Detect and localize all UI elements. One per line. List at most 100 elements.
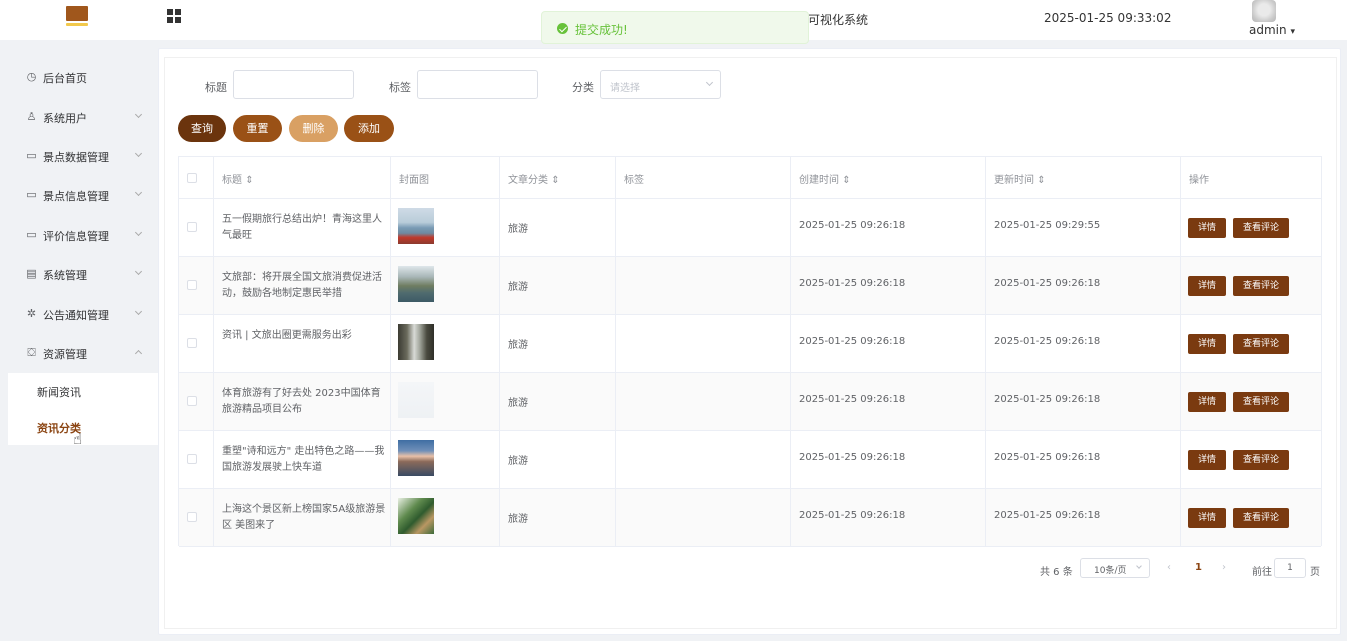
cell-title: 上海这个景区新上榜国家5A级旅游景区 美图来了 bbox=[214, 489, 391, 547]
sidebar-item-1[interactable]: ♙ 系统用户 bbox=[0, 98, 158, 137]
view-comments-button[interactable]: 查看评论 bbox=[1233, 508, 1289, 528]
user-menu[interactable]: admin ▾ bbox=[1249, 23, 1295, 37]
cell-select bbox=[179, 257, 214, 315]
tag-filter-input[interactable] bbox=[417, 70, 538, 99]
sort-icon[interactable]: ⇕ bbox=[1037, 175, 1045, 186]
submenu-item-label: 新闻资讯 bbox=[37, 386, 81, 399]
cell-category: 旅游 bbox=[500, 431, 616, 489]
cell-tags bbox=[616, 373, 791, 431]
sidebar-item-7[interactable]: ⛋ 资源管理 bbox=[0, 334, 158, 373]
page-number-current[interactable]: 1 bbox=[1195, 562, 1202, 573]
col-header-created[interactable]: 创建时间 ⇕ bbox=[791, 157, 986, 199]
monitor-logo-icon bbox=[66, 6, 88, 28]
sidebar-item-3[interactable]: ▭ 景点信息管理 bbox=[0, 176, 158, 215]
sidebar-item-2[interactable]: ▭ 景点数据管理 bbox=[0, 137, 158, 176]
sidebar-item-label: 系统用户 bbox=[43, 112, 87, 125]
cell-cover bbox=[391, 257, 500, 315]
prev-page-button[interactable]: ‹ bbox=[1167, 562, 1171, 573]
avatar[interactable] bbox=[1252, 0, 1276, 22]
view-comments-button[interactable]: 查看评论 bbox=[1233, 450, 1289, 470]
chevron-down-icon bbox=[705, 78, 714, 87]
submenu-item-0[interactable]: 新闻资讯 bbox=[8, 373, 158, 407]
sort-icon[interactable]: ⇕ bbox=[551, 175, 559, 186]
cell-actions: 详情 查看评论 bbox=[1181, 373, 1321, 431]
col-header-category[interactable]: 文章分类 ⇕ bbox=[500, 157, 616, 199]
category-select[interactable]: 请选择 bbox=[600, 70, 721, 99]
cell-actions: 详情 查看评论 bbox=[1181, 431, 1321, 489]
chevron-down-icon bbox=[134, 307, 143, 316]
row-checkbox[interactable] bbox=[187, 222, 197, 232]
sidebar-item-label: 景点数据管理 bbox=[43, 151, 109, 164]
view-comments-button[interactable]: 查看评论 bbox=[1233, 218, 1289, 238]
col-header-updated[interactable]: 更新时间 ⇕ bbox=[986, 157, 1181, 199]
reset-button[interactable]: 重置 bbox=[233, 115, 282, 142]
clock-icon: ◷ bbox=[26, 70, 37, 83]
delete-button[interactable]: 删除 bbox=[289, 115, 338, 142]
detail-button[interactable]: 详情 bbox=[1188, 276, 1226, 296]
detail-button[interactable]: 详情 bbox=[1188, 508, 1226, 528]
detail-button[interactable]: 详情 bbox=[1188, 450, 1226, 470]
view-comments-button[interactable]: 查看评论 bbox=[1233, 276, 1289, 296]
goto-page-input[interactable] bbox=[1274, 558, 1306, 578]
row-updated: 2025-01-25 09:26:18 bbox=[994, 452, 1101, 463]
cell-cover bbox=[391, 373, 500, 431]
row-checkbox[interactable] bbox=[187, 280, 197, 290]
page-size-value: 10条/页 bbox=[1094, 566, 1127, 576]
col-actions-label: 操作 bbox=[1189, 175, 1209, 186]
table-row: 重塑"诗和远方" 走出特色之路——我国旅游发展驶上快车道 旅游 2025-01-25… bbox=[179, 431, 1321, 489]
submenu-item-1[interactable]: 资讯分类 bbox=[8, 409, 158, 443]
view-comments-button[interactable]: 查看评论 bbox=[1233, 334, 1289, 354]
view-comments-button[interactable]: 查看评论 bbox=[1233, 392, 1289, 412]
next-page-button[interactable]: › bbox=[1222, 562, 1226, 573]
sort-icon[interactable]: ⇕ bbox=[842, 175, 850, 186]
detail-button[interactable]: 详情 bbox=[1188, 392, 1226, 412]
sidebar-item-label: 景点信息管理 bbox=[43, 190, 109, 203]
cell-created: 2025-01-25 09:26:18 bbox=[791, 489, 986, 547]
sidebar-item-label: 公告通知管理 bbox=[43, 309, 109, 322]
success-toast: 提交成功! bbox=[541, 11, 809, 44]
row-created: 2025-01-25 09:26:18 bbox=[799, 452, 906, 463]
sort-icon[interactable]: ⇕ bbox=[245, 175, 253, 186]
row-updated: 2025-01-25 09:26:18 bbox=[994, 510, 1101, 521]
table-row: 文旅部：将开展全国文旅消费促进活动，鼓励各地制定惠民举措 旅游 2025-01-25… bbox=[179, 257, 1321, 315]
query-button[interactable]: 查询 bbox=[178, 115, 226, 142]
col-cover-label: 封面图 bbox=[399, 175, 429, 186]
page-size-select[interactable]: 10条/页 bbox=[1080, 558, 1150, 578]
grid-menu-icon[interactable] bbox=[167, 9, 182, 24]
col-header-title[interactable]: 标题 ⇕ bbox=[214, 157, 391, 199]
chevron-down-icon bbox=[134, 267, 143, 276]
sidebar-item-0[interactable]: ◷ 后台首页 bbox=[0, 58, 158, 97]
detail-button[interactable]: 详情 bbox=[1188, 334, 1226, 354]
sidebar-item-4[interactable]: ▭ 评价信息管理 bbox=[0, 216, 158, 255]
sidebar-item-6[interactable]: ✲ 公告通知管理 bbox=[0, 295, 158, 334]
cell-updated: 2025-01-25 09:26:18 bbox=[986, 373, 1181, 431]
add-button[interactable]: 添加 bbox=[344, 115, 394, 142]
detail-button[interactable]: 详情 bbox=[1188, 218, 1226, 238]
row-checkbox[interactable] bbox=[187, 338, 197, 348]
goto-label: 前往 bbox=[1252, 567, 1272, 578]
title-filter-label: 标题 bbox=[205, 81, 227, 94]
folder-icon: ▤ bbox=[26, 267, 37, 280]
category-select-placeholder: 请选择 bbox=[610, 83, 640, 94]
submenu-resource: 新闻资讯资讯分类 bbox=[8, 373, 158, 445]
col-created-label: 创建时间 bbox=[799, 175, 839, 186]
select-all-checkbox[interactable] bbox=[187, 173, 197, 183]
col-category-label: 文章分类 bbox=[508, 175, 548, 186]
row-checkbox[interactable] bbox=[187, 512, 197, 522]
toast-message: 提交成功! bbox=[575, 23, 628, 37]
sidebar-item-5[interactable]: ▤ 系统管理 bbox=[0, 255, 158, 294]
box-icon: ⛋ bbox=[27, 346, 36, 359]
cell-actions: 详情 查看评论 bbox=[1181, 489, 1321, 547]
cell-created: 2025-01-25 09:26:18 bbox=[791, 257, 986, 315]
row-category: 旅游 bbox=[508, 340, 528, 351]
chevron-down-icon bbox=[134, 149, 143, 158]
chevron-down-icon bbox=[134, 228, 143, 237]
cell-cover bbox=[391, 199, 500, 257]
row-category: 旅游 bbox=[508, 398, 528, 409]
cell-title: 文旅部：将开展全国文旅消费促进活动，鼓励各地制定惠民举措 bbox=[214, 257, 391, 315]
title-filter-input[interactable] bbox=[233, 70, 354, 99]
row-created: 2025-01-25 09:26:18 bbox=[799, 394, 906, 405]
row-checkbox[interactable] bbox=[187, 454, 197, 464]
cell-created: 2025-01-25 09:26:18 bbox=[791, 315, 986, 373]
row-checkbox[interactable] bbox=[187, 396, 197, 406]
